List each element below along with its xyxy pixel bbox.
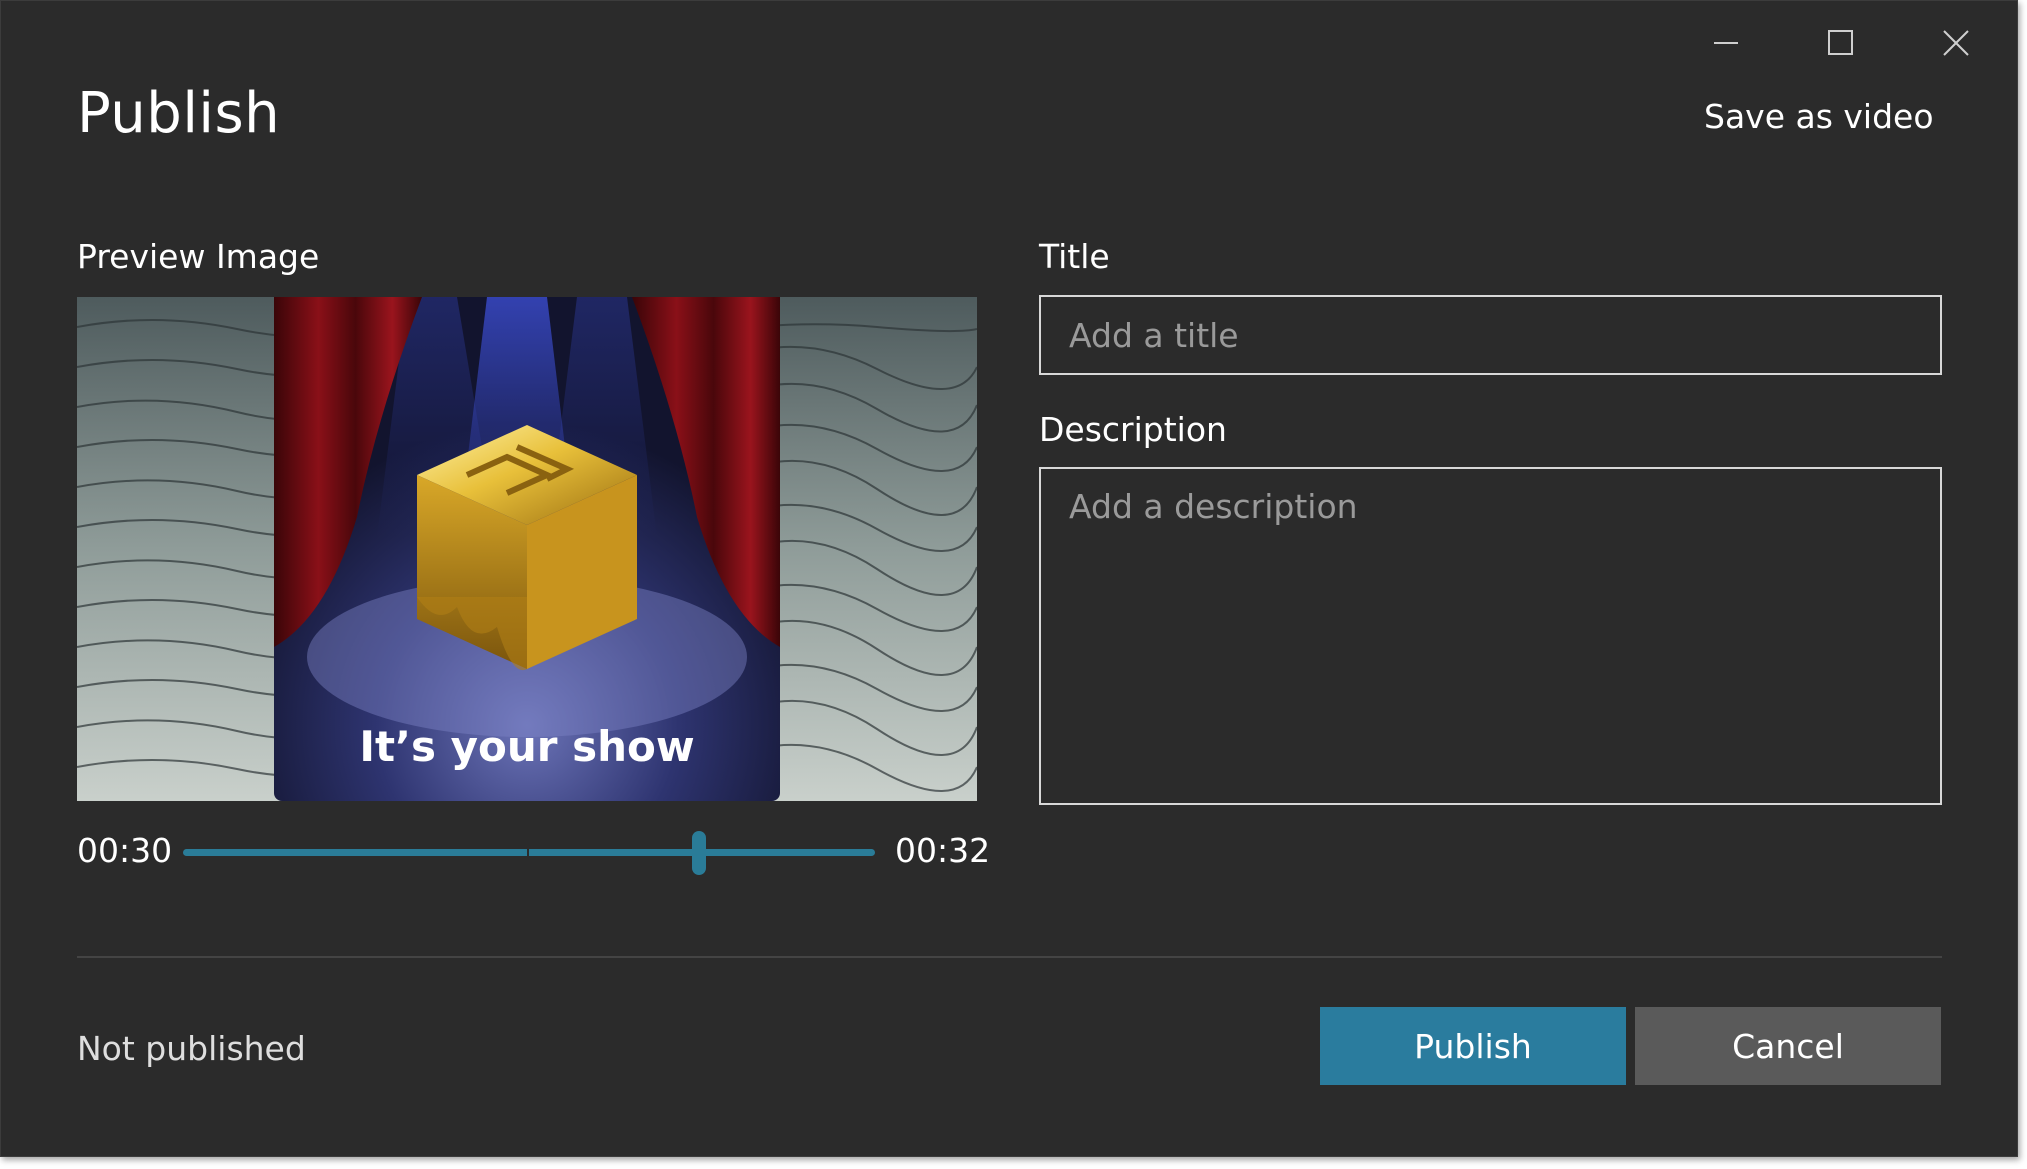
minimize-icon [1714, 42, 1738, 44]
preview-image: It’s your show [77, 297, 977, 801]
close-icon [1943, 30, 1969, 56]
title-label: Title [1039, 237, 1110, 276]
slider-end-time: 00:32 [895, 831, 991, 870]
save-as-video-link[interactable]: Save as video [1704, 97, 1934, 136]
divider [77, 956, 1942, 958]
page-title: Publish [77, 81, 281, 146]
preview-caption: It’s your show [359, 722, 694, 771]
minimize-button[interactable] [1696, 19, 1756, 69]
description-label: Description [1039, 410, 1227, 449]
maximize-button[interactable] [1811, 19, 1871, 69]
slider-track[interactable] [183, 849, 875, 856]
title-input[interactable] [1039, 295, 1942, 375]
maximize-icon [1828, 30, 1853, 55]
publish-status: Not published [77, 1029, 306, 1068]
preview-frame-slider[interactable] [183, 831, 875, 875]
preview-image-label: Preview Image [77, 237, 320, 276]
slider-thumb[interactable] [691, 831, 706, 875]
slider-tick [527, 844, 529, 861]
description-input[interactable] [1039, 467, 1942, 805]
publish-button[interactable]: Publish [1320, 1007, 1626, 1085]
preview-image-art: It’s your show [77, 297, 977, 801]
slider-start-time: 00:30 [77, 831, 173, 870]
cancel-button[interactable]: Cancel [1635, 1007, 1941, 1085]
publish-dialog: Publish Save as video Preview Image It’s… [0, 0, 2018, 1157]
close-button[interactable] [1926, 19, 1986, 69]
